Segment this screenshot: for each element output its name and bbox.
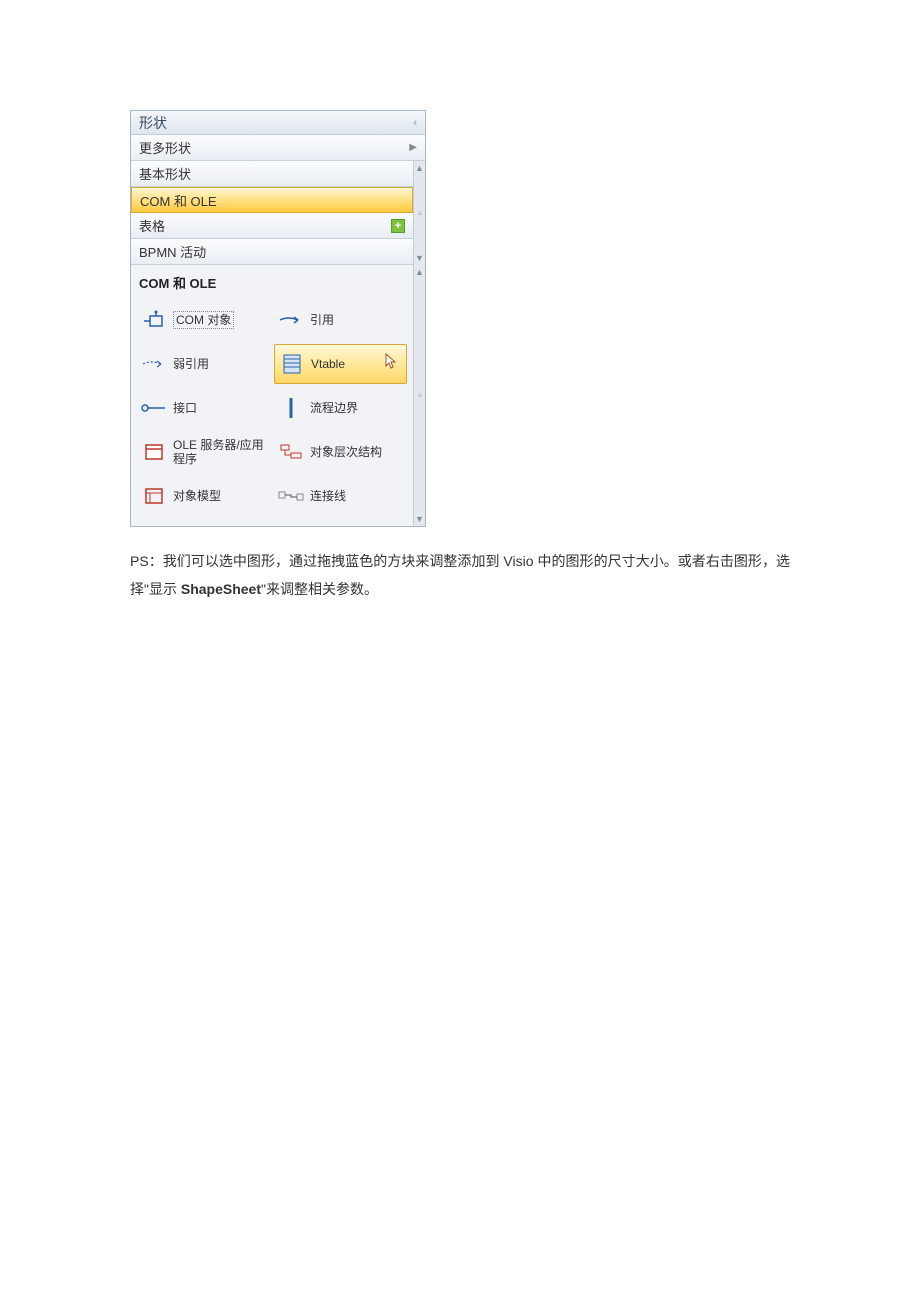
shape-com-object[interactable]: COM 对象: [137, 300, 270, 340]
scroll-grip-icon[interactable]: ≡: [418, 391, 422, 400]
shape-process-boundary[interactable]: 流程边界: [274, 388, 407, 428]
stencil-scrollbar[interactable]: ▲ ≡ ▼: [413, 265, 425, 526]
lollipop-icon: [141, 397, 167, 419]
panel-title-bar: 形状 ‹: [131, 111, 425, 135]
shape-label: OLE 服务器/应用程序: [173, 438, 266, 467]
stencil-title: COM 和 OLE: [131, 265, 413, 296]
category-label: 表格: [139, 216, 165, 235]
shape-vtable[interactable]: Vtable: [274, 344, 407, 384]
ole-box-icon: [141, 441, 167, 463]
more-shapes-label: 更多形状: [139, 138, 191, 157]
com-object-icon: [141, 309, 167, 331]
shape-interface[interactable]: 接口: [137, 388, 270, 428]
scroll-down-icon[interactable]: ▼: [415, 512, 424, 526]
add-icon[interactable]: +: [391, 219, 405, 233]
scroll-grip-icon[interactable]: ≡: [418, 209, 422, 218]
chevron-right-icon: ▶: [409, 142, 417, 153]
note-paragraph: PS：我们可以选中图形，通过拖拽蓝色的方块来调整添加到 Visio 中的图形的尺…: [130, 547, 790, 603]
object-model-icon: [141, 485, 167, 507]
connector-icon: [278, 485, 304, 507]
shape-label: COM 对象: [173, 311, 234, 329]
shape-reference[interactable]: 引用: [274, 300, 407, 340]
vtable-icon: [279, 353, 305, 375]
category-bpmn[interactable]: BPMN 活动: [131, 239, 413, 265]
shape-grid: COM 对象 引用 弱引用: [131, 296, 413, 526]
category-tables[interactable]: 表格 +: [131, 213, 413, 239]
note-suffix: "来调整相关参数。: [261, 581, 378, 597]
shape-ole-server[interactable]: OLE 服务器/应用程序: [137, 432, 270, 472]
category-label: 基本形状: [139, 164, 191, 183]
shape-label: 接口: [173, 401, 197, 415]
scroll-up-icon[interactable]: ▲: [415, 265, 424, 279]
shape-label: Vtable: [311, 357, 345, 371]
shape-label: 对象层次结构: [310, 445, 382, 459]
shape-connector[interactable]: 连接线: [274, 476, 407, 516]
shape-label: 引用: [310, 313, 334, 327]
scroll-down-icon[interactable]: ▼: [415, 251, 424, 265]
arrow-weak-icon: [141, 353, 167, 375]
shape-label: 弱引用: [173, 357, 209, 371]
note-bold: ShapeSheet: [181, 581, 261, 597]
arrow-ref-icon: [278, 309, 304, 331]
category-label: COM 和 OLE: [140, 191, 217, 210]
shape-label: 流程边界: [310, 401, 358, 415]
category-scrollbar[interactable]: ▲ ≡ ▼: [413, 161, 425, 265]
category-label: BPMN 活动: [139, 242, 206, 261]
hierarchy-icon: [278, 441, 304, 463]
vbar-icon: [278, 397, 304, 419]
category-basic-shapes[interactable]: 基本形状: [131, 161, 413, 187]
shape-label: 对象模型: [173, 489, 221, 503]
point-cursor-icon: [380, 352, 400, 379]
shape-object-hierarchy[interactable]: 对象层次结构: [274, 432, 407, 472]
collapse-icon[interactable]: ‹: [413, 117, 417, 129]
more-shapes-row[interactable]: 更多形状 ▶: [131, 135, 425, 161]
shape-label: 连接线: [310, 489, 346, 503]
category-com-ole[interactable]: COM 和 OLE: [131, 187, 413, 213]
shape-object-model[interactable]: 对象模型: [137, 476, 270, 516]
shape-weak-reference[interactable]: 弱引用: [137, 344, 270, 384]
scroll-up-icon[interactable]: ▲: [415, 161, 424, 175]
panel-title: 形状: [139, 113, 167, 133]
